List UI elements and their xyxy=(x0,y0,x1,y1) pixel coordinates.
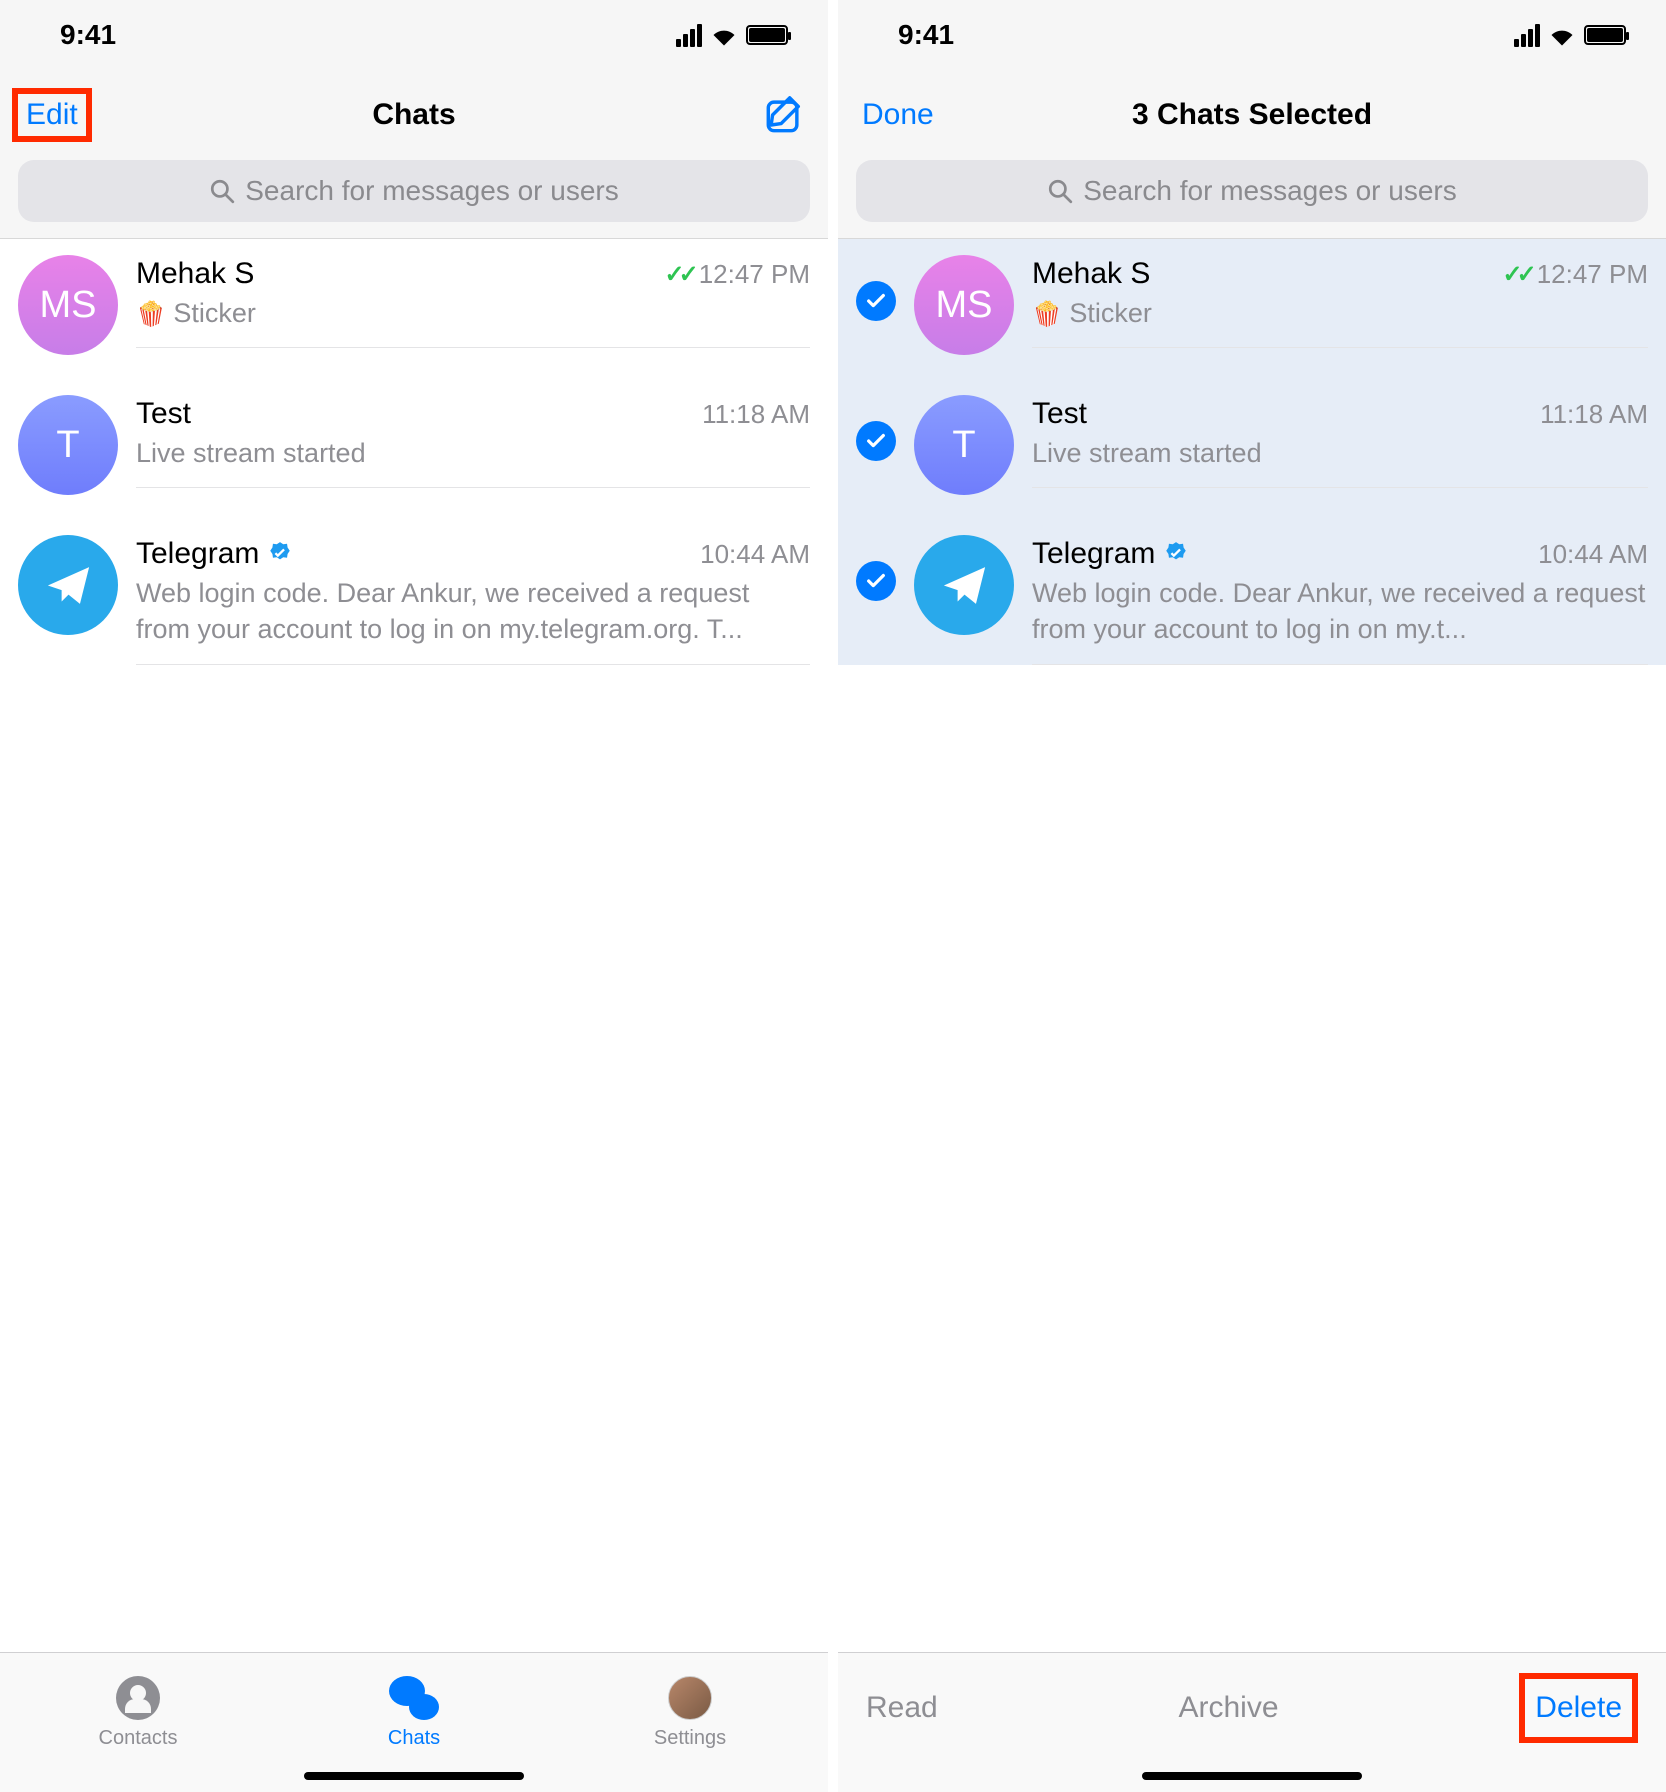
battery-icon xyxy=(1584,25,1626,45)
chat-name: Test xyxy=(136,397,191,431)
tab-contacts[interactable]: Contacts xyxy=(38,1673,238,1750)
chats-icon xyxy=(389,1676,439,1720)
phone-left: 9:41 Edit Chats Search for messages or u… xyxy=(0,0,828,1792)
chat-row[interactable]: Telegram 10:44 AM Web login code. Dear A… xyxy=(0,519,828,665)
search-placeholder: Search for messages or users xyxy=(1083,175,1457,207)
tab-chats[interactable]: Chats xyxy=(314,1673,514,1750)
search-input[interactable]: Search for messages or users xyxy=(18,160,810,222)
selection-checkmark[interactable] xyxy=(856,281,896,321)
avatar xyxy=(914,535,1014,635)
chat-preview: Live stream started xyxy=(136,435,810,471)
nav-bar: Done 3 Chats Selected xyxy=(838,70,1666,160)
telegram-plane-icon xyxy=(41,558,96,613)
status-time: 9:41 xyxy=(60,19,116,51)
chat-name: Test xyxy=(1032,397,1087,431)
verified-badge-icon xyxy=(1163,541,1189,567)
wifi-icon xyxy=(1548,24,1576,46)
search-wrap: Search for messages or users xyxy=(838,160,1666,239)
action-bar: Read Archive Delete xyxy=(838,1652,1666,1792)
avatar: T xyxy=(18,395,118,495)
page-title: 3 Chats Selected xyxy=(982,98,1522,132)
settings-avatar-icon xyxy=(668,1676,712,1720)
battery-icon xyxy=(746,25,788,45)
popcorn-icon: 🍿 xyxy=(1032,301,1062,328)
nav-bar: Edit Chats xyxy=(0,70,828,160)
chat-time: 11:18 AM xyxy=(702,399,810,430)
contacts-icon xyxy=(116,1676,160,1720)
avatar: T xyxy=(914,395,1014,495)
status-bar: 9:41 xyxy=(838,0,1666,70)
tab-label: Contacts xyxy=(99,1727,178,1750)
chat-row[interactable]: Telegram 10:44 AM Web login code. Dear A… xyxy=(838,519,1666,665)
tab-bar: Contacts Chats Settings xyxy=(0,1652,828,1792)
search-placeholder: Search for messages or users xyxy=(245,175,619,207)
popcorn-icon: 🍿 xyxy=(136,301,166,328)
chat-name: Mehak S xyxy=(136,257,254,291)
telegram-plane-icon xyxy=(937,558,992,613)
chat-name: Telegram xyxy=(136,537,293,571)
avatar: MS xyxy=(914,255,1014,355)
done-button[interactable]: Done xyxy=(862,98,934,132)
archive-button[interactable]: Archive xyxy=(1178,1691,1278,1725)
search-input[interactable]: Search for messages or users xyxy=(856,160,1648,222)
avatar: MS xyxy=(18,255,118,355)
search-wrap: Search for messages or users xyxy=(0,160,828,239)
tab-settings[interactable]: Settings xyxy=(590,1673,790,1750)
read-checkmarks-icon: ✓✓ xyxy=(1502,260,1530,289)
signal-icon xyxy=(1514,24,1540,47)
signal-icon xyxy=(676,24,702,47)
chat-preview: Live stream started xyxy=(1032,435,1648,471)
status-bar: 9:41 xyxy=(0,0,828,70)
chat-time: 12:47 PM xyxy=(1537,259,1648,290)
chat-preview: Web login code. Dear Ankur, we received … xyxy=(136,575,810,648)
check-icon xyxy=(865,430,887,452)
home-indicator[interactable] xyxy=(1142,1772,1362,1780)
page-title: Chats xyxy=(144,98,684,132)
chat-time: 10:44 AM xyxy=(1538,539,1648,570)
chat-preview: Web login code. Dear Ankur, we received … xyxy=(1032,575,1648,648)
chat-time: 11:18 AM xyxy=(1540,399,1648,430)
edit-button[interactable]: Edit xyxy=(26,98,78,132)
status-icons xyxy=(676,24,788,47)
check-icon xyxy=(865,570,887,592)
delete-highlight: Delete xyxy=(1519,1673,1638,1743)
status-time: 9:41 xyxy=(898,19,954,51)
chat-row[interactable]: T Test 11:18 AM Live stream started xyxy=(0,379,828,519)
verified-badge-icon xyxy=(267,541,293,567)
chat-time: 12:47 PM xyxy=(699,259,810,290)
chat-row[interactable]: MS Mehak S ✓✓ 12:47 PM 🍿 Sticker xyxy=(0,239,828,379)
selection-checkmark[interactable] xyxy=(856,421,896,461)
delete-button[interactable]: Delete xyxy=(1535,1691,1622,1725)
search-icon xyxy=(209,178,235,204)
phone-right: 9:41 Done 3 Chats Selected Search for me… xyxy=(838,0,1666,1792)
read-checkmarks-icon: ✓✓ xyxy=(664,260,692,289)
read-button[interactable]: Read xyxy=(866,1691,938,1725)
chat-row[interactable]: T Test 11:18 AM Live stream started xyxy=(838,379,1666,519)
chat-time: 10:44 AM xyxy=(700,539,810,570)
chat-list: MS Mehak S ✓✓ 12:47 PM 🍿 Sticker T xyxy=(0,239,828,1652)
edit-highlight: Edit xyxy=(12,88,92,142)
wifi-icon xyxy=(710,24,738,46)
chat-preview: 🍿 Sticker xyxy=(136,295,810,331)
selection-checkmark[interactable] xyxy=(856,561,896,601)
tab-label: Chats xyxy=(388,1727,440,1750)
chat-name: Mehak S xyxy=(1032,257,1150,291)
chat-name: Telegram xyxy=(1032,537,1189,571)
chat-list: MS Mehak S ✓✓ 12:47 PM 🍿 Sticker xyxy=(838,239,1666,1652)
avatar xyxy=(18,535,118,635)
chat-row[interactable]: MS Mehak S ✓✓ 12:47 PM 🍿 Sticker xyxy=(838,239,1666,379)
tab-label: Settings xyxy=(654,1727,726,1750)
chat-preview: 🍿 Sticker xyxy=(1032,295,1648,331)
search-icon xyxy=(1047,178,1073,204)
compose-icon[interactable] xyxy=(764,95,804,135)
status-icons xyxy=(1514,24,1626,47)
check-icon xyxy=(865,290,887,312)
home-indicator[interactable] xyxy=(304,1772,524,1780)
